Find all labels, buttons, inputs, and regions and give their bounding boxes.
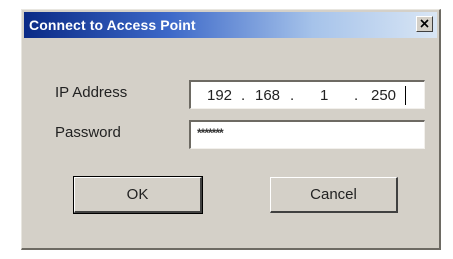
ip-separator: . xyxy=(290,87,295,104)
ip-separator: . xyxy=(354,87,359,104)
ip-address-field[interactable]: 192 . 168 . 1 . 250 xyxy=(189,80,425,109)
password-value: ******* xyxy=(197,126,224,140)
connect-dialog: Connect to Access Point IP Address 192 .… xyxy=(21,9,441,250)
ip-address-label: IP Address xyxy=(55,84,128,101)
ok-button[interactable]: OK xyxy=(73,176,203,214)
close-icon xyxy=(420,19,429,28)
text-caret xyxy=(405,86,406,105)
dialog-title: Connect to Access Point xyxy=(29,17,196,33)
ip-octet-3[interactable]: 1 xyxy=(320,87,328,104)
password-field[interactable]: ******* xyxy=(189,120,425,149)
ip-separator: . xyxy=(241,87,246,104)
cancel-button[interactable]: Cancel xyxy=(270,177,398,213)
title-bar[interactable]: Connect to Access Point xyxy=(24,12,437,38)
ip-octet-2[interactable]: 168 xyxy=(255,87,280,104)
ip-octet-4[interactable]: 250 xyxy=(371,87,396,104)
close-button[interactable] xyxy=(416,16,433,32)
ip-address-octets: 192 . 168 . 1 . 250 xyxy=(191,82,424,108)
password-label: Password xyxy=(55,124,121,141)
ip-octet-1[interactable]: 192 xyxy=(207,87,232,104)
